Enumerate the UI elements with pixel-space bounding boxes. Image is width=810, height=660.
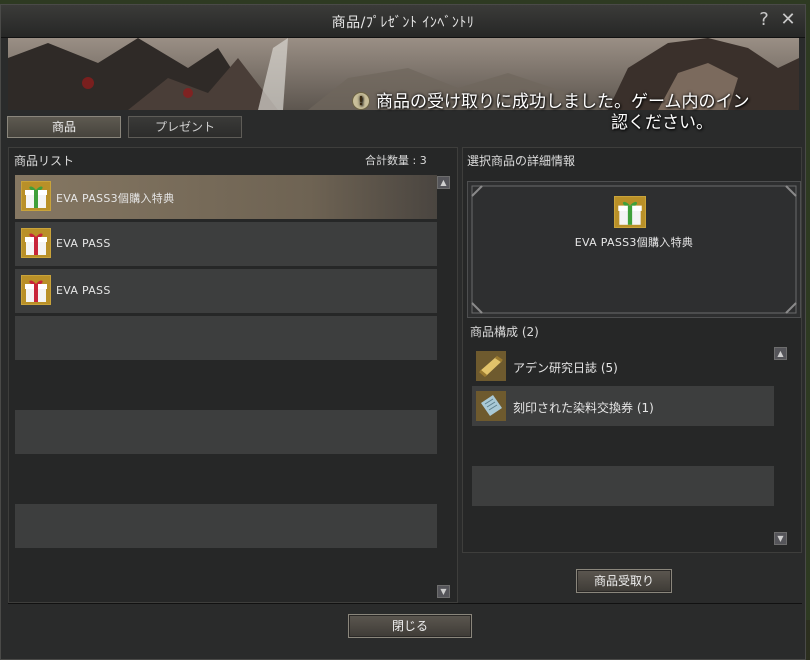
list-scroll-down-button[interactable]: ▼: [437, 585, 450, 598]
tab-products-label: 商品: [51, 120, 76, 134]
component-label: アデン研究日誌 (5): [513, 361, 618, 375]
selected-item-box: EVA PASS3個購入特典: [467, 181, 801, 318]
window-title: 商品/ﾌﾟﾚｾﾞﾝﾄ ｲﾝﾍﾞﾝﾄﾘ: [331, 15, 475, 31]
notification-message: ! 商品の受け取りに成功しました。ゲーム内のイン 認ください。: [352, 92, 810, 134]
scroll-icon: [476, 351, 506, 381]
receive-product-button[interactable]: 商品受取り: [576, 569, 672, 593]
composition-header: 商品構成 (2): [470, 325, 539, 339]
component-item[interactable]: 刻印された染料交換券 (1): [472, 386, 774, 426]
component-label: 刻印された染料交換券 (1): [513, 401, 654, 415]
tab-presents-label: プレゼント: [154, 120, 215, 134]
component-item[interactable]: アデン研究日誌 (5): [472, 346, 774, 386]
selected-item-name: EVA PASS3個購入特典: [574, 236, 694, 249]
list-item[interactable]: EVA PASS3個購入特典: [15, 175, 437, 219]
composition-scroll-up-button[interactable]: ▲: [774, 347, 787, 360]
notification-line-1: 商品の受け取りに成功しました。ゲーム内のイン: [376, 92, 750, 112]
list-item[interactable]: EVA PASS: [15, 222, 437, 266]
notification-line-2: 認ください。: [611, 113, 713, 133]
red-gift-icon: [21, 228, 51, 258]
close-button[interactable]: 閉じる: [348, 614, 472, 638]
close-icon[interactable]: ✕: [778, 9, 798, 31]
green-gift-icon: [614, 196, 646, 228]
empty-slot: [15, 316, 437, 360]
footer-divider: [8, 603, 802, 604]
ticket-icon: [476, 391, 506, 421]
help-icon[interactable]: ?: [754, 9, 774, 31]
exclamation-icon: !: [352, 92, 370, 110]
empty-slot: [15, 410, 437, 454]
empty-slot: [15, 504, 437, 548]
red-gift-icon: [21, 275, 51, 305]
tab-products[interactable]: 商品: [7, 116, 121, 138]
product-list-header: 商品リスト: [14, 154, 75, 168]
title-bar[interactable]: 商品/ﾌﾟﾚｾﾞﾝﾄ ｲﾝﾍﾞﾝﾄﾘ ? ✕: [1, 5, 805, 38]
green-gift-icon: [21, 181, 51, 211]
list-item[interactable]: EVA PASS: [15, 269, 437, 313]
list-scroll-up-button[interactable]: ▲: [437, 176, 450, 189]
composition-scroll-down-button[interactable]: ▼: [774, 532, 787, 545]
list-item-label: EVA PASS: [56, 237, 111, 250]
empty-slot: [472, 466, 774, 506]
tab-presents[interactable]: プレゼント: [128, 116, 242, 138]
list-item-label: EVA PASS: [56, 284, 111, 297]
total-count: 合計数量 : 3: [365, 154, 427, 167]
list-item-label: EVA PASS3個購入特典: [56, 192, 175, 205]
detail-header: 選択商品の詳細情報: [467, 154, 576, 168]
